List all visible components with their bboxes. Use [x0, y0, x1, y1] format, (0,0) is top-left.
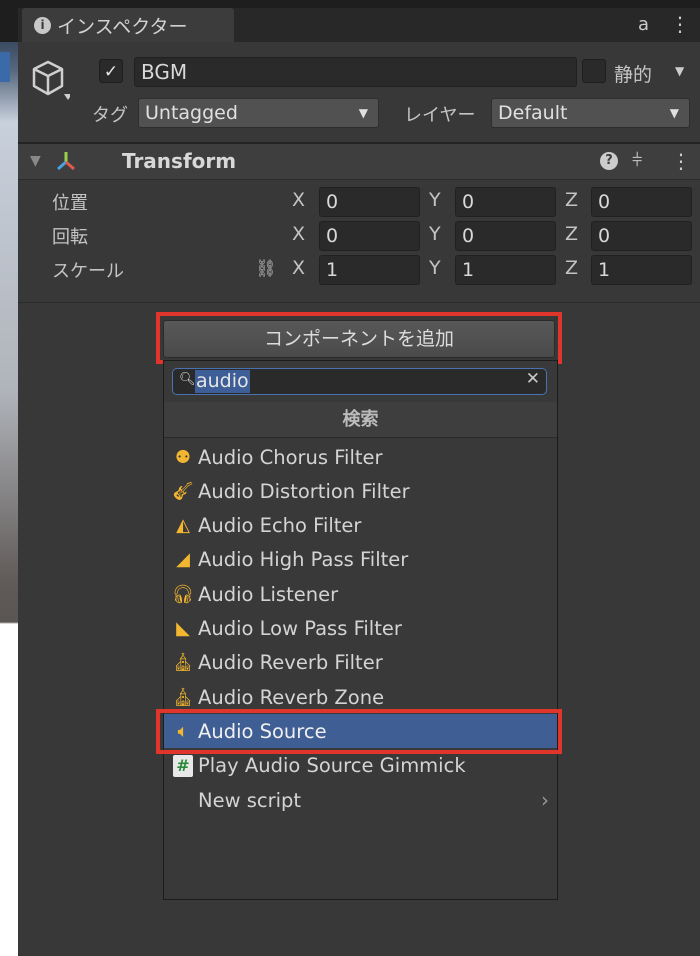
transform-y-input[interactable]: 1	[455, 255, 556, 285]
component-title: Transform	[122, 149, 237, 173]
axis-label-y[interactable]: Y	[429, 189, 441, 211]
constrain-proportions-icon[interactable]: ⛓	[255, 259, 277, 279]
help-icon[interactable]: ?	[600, 152, 618, 170]
tag-label: タグ	[92, 105, 128, 126]
transform-z-input[interactable]: 1	[591, 255, 692, 285]
highlight-box	[156, 312, 562, 364]
gameobject-cube-icon[interactable]	[30, 58, 70, 102]
static-dropdown-icon[interactable]: ▼	[675, 64, 684, 78]
echo-icon: ◭	[176, 515, 190, 537]
transform-x-input[interactable]: 1	[319, 255, 420, 285]
search-icon: 🔍︎	[179, 372, 196, 387]
transform-z-input[interactable]: 0	[591, 187, 692, 217]
axis-label-z[interactable]: Z	[565, 223, 578, 245]
layer-dropdown[interactable]: Default ▼	[491, 98, 690, 128]
component-menu-icon[interactable]: ⋮	[671, 149, 691, 173]
highlight-box	[156, 709, 562, 754]
active-checkbox[interactable]: ✓	[99, 59, 123, 83]
axis-label-x[interactable]: X	[292, 223, 305, 245]
static-checkbox[interactable]	[582, 59, 606, 83]
axis-label-x[interactable]: X	[292, 257, 305, 279]
lock-icon[interactable]: 𝖺	[638, 14, 649, 35]
component-list-item[interactable]: ⛪︎ Audio Reverb Filter	[164, 646, 557, 680]
static-label: 静的	[614, 64, 653, 86]
transform-row-label: 位置	[52, 193, 88, 214]
info-icon: i	[34, 16, 51, 34]
tab-inspector[interactable]: i インスペクター	[22, 8, 234, 42]
tab-title: インスペクター	[57, 15, 188, 38]
foldout-arrow-icon[interactable]: ▼	[30, 153, 41, 169]
transform-z-input[interactable]: 0	[591, 221, 692, 251]
transform-icon	[57, 152, 75, 171]
chorus-icon: ⚉	[174, 446, 192, 468]
chevron-down-icon: ▼	[669, 106, 679, 120]
component-list-item[interactable]: 🎧︎ Audio Listener	[164, 577, 557, 611]
reverb-zone-icon: ⛪︎	[171, 686, 195, 708]
component-list-item[interactable]: New script ›	[164, 783, 557, 817]
component-list-item[interactable]: 🎸︎ Audio Distortion Filter	[164, 474, 557, 508]
clear-search-icon[interactable]: ✕	[526, 369, 540, 389]
guitar-icon: 🎸︎	[171, 480, 195, 502]
component-list-item[interactable]: ◭ Audio Echo Filter	[164, 509, 557, 543]
chevron-right-icon: ›	[541, 788, 549, 812]
tag-dropdown[interactable]: Untagged ▼	[138, 98, 379, 128]
scene-view-edge	[0, 42, 18, 956]
transform-row-label: 回転	[52, 227, 88, 248]
transform-y-input[interactable]: 0	[455, 187, 556, 217]
axis-label-x[interactable]: X	[292, 189, 305, 211]
component-list-item[interactable]: ⚉ Audio Chorus Filter	[164, 440, 557, 474]
divider	[18, 302, 700, 303]
church-icon: ⛪︎	[171, 652, 195, 674]
transform-y-input[interactable]: 0	[455, 221, 556, 251]
chevron-down-icon: ▼	[358, 106, 368, 120]
low-pass-icon: ◣	[176, 618, 190, 639]
transform-header[interactable]	[18, 144, 700, 180]
more-menu-icon[interactable]: ⋮	[670, 12, 690, 36]
transform-x-input[interactable]: 0	[319, 221, 420, 251]
axis-label-z[interactable]: Z	[565, 257, 578, 279]
component-search-input[interactable]: 🔍︎ audio ✕	[172, 368, 547, 395]
high-pass-icon: ◢	[176, 549, 190, 571]
headphones-icon: 🎧︎	[171, 583, 195, 605]
transform-x-input[interactable]: 0	[319, 187, 420, 217]
object-name-input[interactable]: BGM	[134, 57, 577, 87]
layer-label: レイヤー	[404, 105, 476, 126]
component-list-item[interactable]: ◣ Audio Low Pass Filter	[164, 612, 557, 646]
search-results-header: 検索	[164, 402, 557, 438]
axis-label-y[interactable]: Y	[429, 257, 441, 279]
transform-row-label: スケール	[52, 261, 124, 282]
axis-label-z[interactable]: Z	[565, 189, 578, 211]
component-list-item[interactable]: ◢ Audio High Pass Filter	[164, 543, 557, 577]
axis-label-y[interactable]: Y	[429, 223, 441, 245]
presets-icon[interactable]: ⫩	[632, 150, 642, 171]
script-icon: #	[170, 754, 196, 777]
